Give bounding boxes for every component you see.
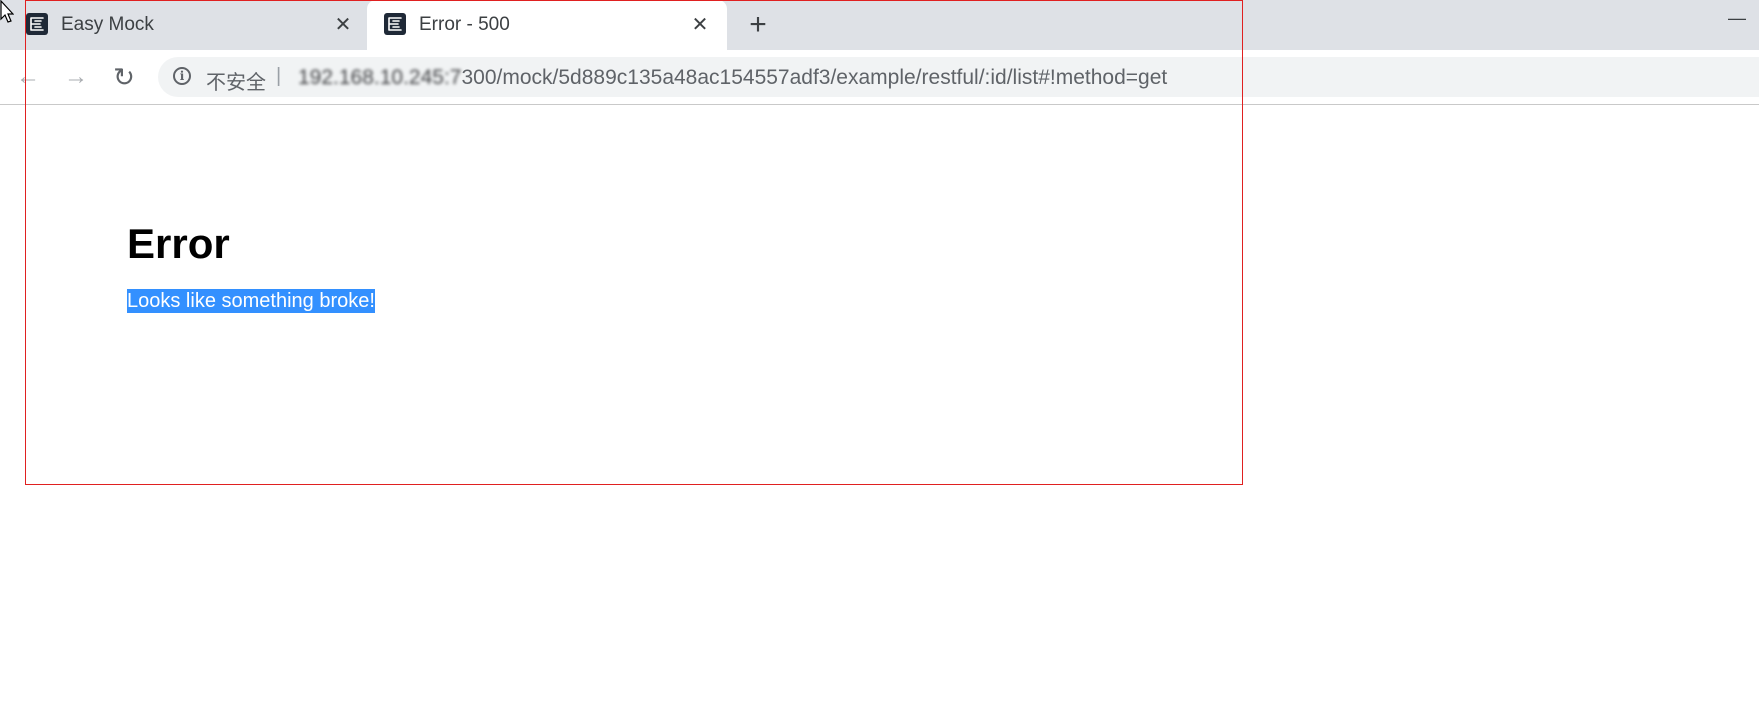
tab-title: Easy Mock: [61, 14, 154, 35]
url-separator: |: [276, 65, 282, 87]
browser-window: Easy Mock ✕ Error - 500 ✕ + — ← → ↻ i 不安…: [0, 0, 1759, 713]
url-text[interactable]: 192.168.10.245:7300/mock/5d889c135a48ac1…: [298, 66, 1167, 90]
url-path: 300/mock/5d889c135a48ac154557adf3/exampl…: [461, 66, 1168, 89]
tab-easy-mock[interactable]: Easy Mock ✕: [0, 0, 367, 50]
tab-title: Error - 500: [419, 14, 510, 35]
easy-mock-favicon-icon: [384, 13, 406, 35]
tab-error-500[interactable]: Error - 500 ✕: [367, 0, 727, 50]
new-tab-icon[interactable]: +: [742, 8, 774, 41]
security-label[interactable]: 不安全: [206, 66, 266, 95]
tab-close-icon[interactable]: ✕: [686, 10, 714, 38]
back-arrow-icon[interactable]: ←: [10, 59, 46, 95]
tab-close-icon[interactable]: ✕: [329, 10, 357, 38]
tab-strip: Easy Mock ✕ Error - 500 ✕ + —: [0, 0, 1759, 50]
error-message: Looks like something broke!: [127, 289, 375, 313]
page-title: Error: [127, 220, 230, 267]
minimize-icon[interactable]: —: [1722, 6, 1752, 30]
forward-arrow-icon[interactable]: →: [58, 59, 94, 95]
address-bar[interactable]: i 不安全 | 192.168.10.245:7300/mock/5d889c1…: [158, 57, 1759, 97]
url-host-redacted: 192.168.10.245:7: [298, 66, 462, 89]
info-icon[interactable]: i: [173, 67, 191, 85]
reload-icon[interactable]: ↻: [106, 59, 142, 95]
easy-mock-favicon-icon: [26, 13, 48, 35]
page-content: Error Looks like something broke!: [0, 105, 1759, 713]
browser-toolbar: ← → ↻ i 不安全 | 192.168.10.245:7300/mock/5…: [0, 50, 1759, 105]
